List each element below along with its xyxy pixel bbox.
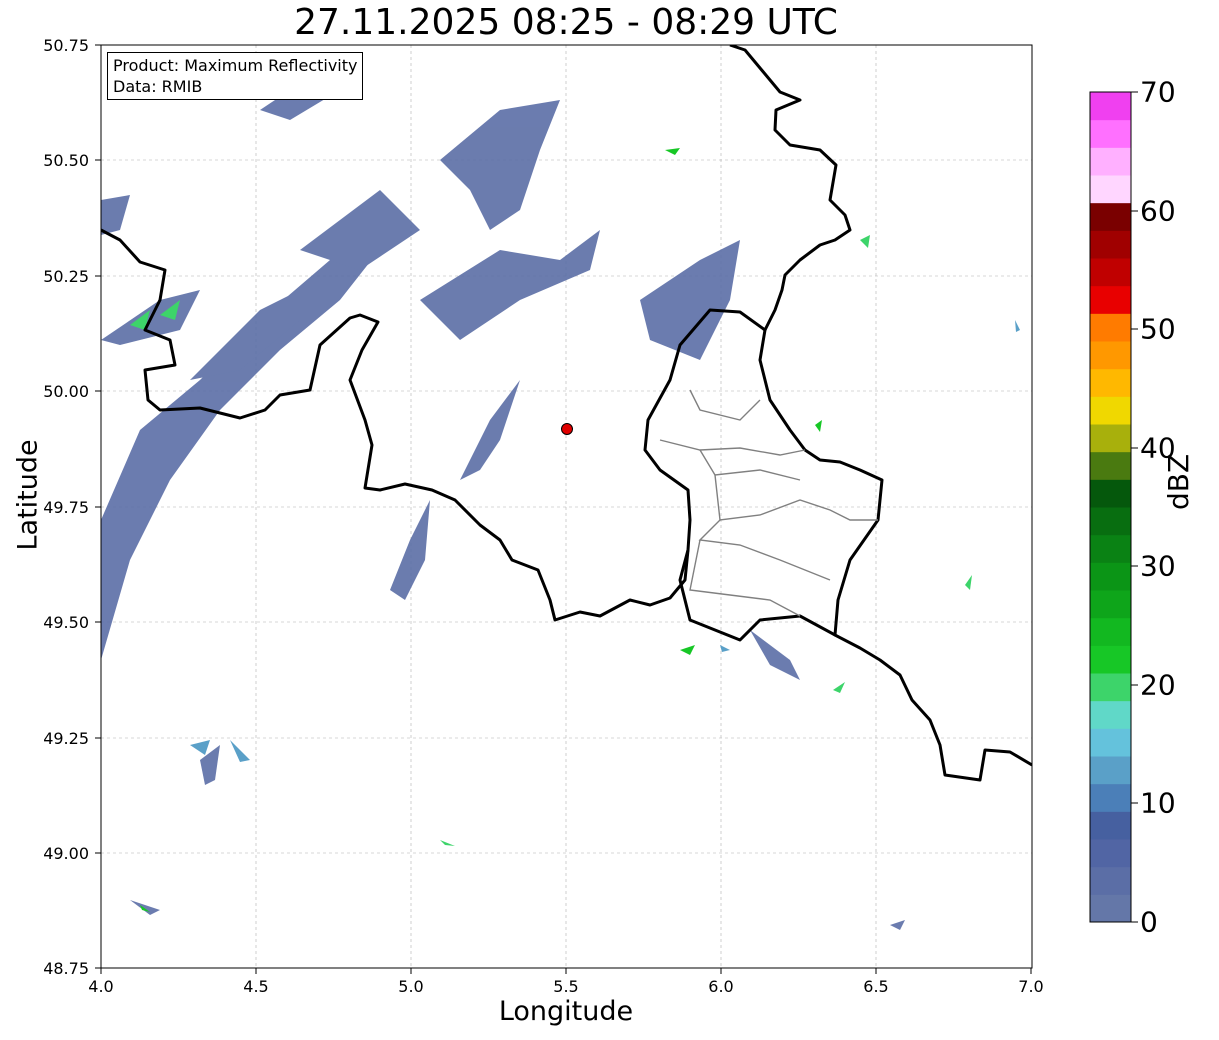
y-tick-label: 49.75 [43, 498, 89, 517]
x-tick-label: 4.5 [243, 977, 269, 996]
colorbar-segment [1090, 507, 1131, 536]
y-tick-label: 50.00 [43, 382, 89, 401]
colorbar-segment [1090, 645, 1131, 674]
data-source-label: Data: RMIB [113, 77, 203, 96]
y-tick-label: 50.75 [43, 36, 89, 55]
colorbar-segment [1090, 756, 1131, 785]
colorbar-segment [1090, 866, 1131, 895]
plot-frame [100, 44, 1033, 969]
colorbar-segment [1090, 783, 1131, 812]
colorbar-segment [1090, 562, 1131, 591]
y-tick-label: 49.00 [43, 844, 89, 863]
colorbar-segment [1090, 700, 1131, 729]
colorbar-segment [1090, 202, 1131, 231]
colorbar-segment [1090, 92, 1131, 121]
colorbar-segment [1090, 479, 1131, 508]
colorbar-tick-label: 50 [1140, 312, 1176, 346]
x-tick-label: 6.0 [708, 977, 734, 996]
radar-site-marker [561, 423, 573, 435]
colorbar-segment [1090, 313, 1131, 342]
y-tick-label: 48.75 [43, 959, 89, 978]
x-tick-label: 7.0 [1018, 977, 1044, 996]
x-tick-label: 6.5 [863, 977, 889, 996]
colorbar-segment [1090, 451, 1131, 480]
colorbar-segment [1090, 396, 1131, 425]
y-tick-label: 49.50 [43, 613, 89, 632]
reflectivity-echoes [101, 70, 905, 930]
international-border-east [758, 329, 1032, 782]
colorbar-segment [1090, 230, 1131, 259]
colorbar-segment [1090, 424, 1131, 453]
international-border-south [678, 549, 836, 642]
colorbar-segment [1090, 534, 1131, 563]
x-tick-label: 5.0 [398, 977, 424, 996]
colorbar-tick-label: 70 [1140, 75, 1176, 109]
colorbar-tick-label: 30 [1140, 549, 1176, 583]
colorbar-segment [1090, 811, 1131, 840]
colorbar-segment [1090, 590, 1131, 619]
radar-map [95, 44, 1138, 974]
y-tick-label: 50.50 [43, 151, 89, 170]
x-tick-label: 4.0 [88, 977, 114, 996]
colorbar-segment [1090, 673, 1131, 702]
colorbar-segment [1090, 894, 1131, 923]
x-tick-label: 5.5 [553, 977, 579, 996]
colorbar-segment [1090, 341, 1131, 370]
y-axis-label: Latitude [12, 439, 44, 551]
colorbar-segment [1090, 175, 1131, 204]
colorbar-segment [1090, 839, 1131, 868]
colorbar [1090, 92, 1131, 923]
colorbar-segment [1090, 617, 1131, 646]
gridlines [101, 45, 1032, 968]
y-tick-label: 50.25 [43, 267, 89, 286]
product-info-box: Product: Maximum Reflectivity Data: RMIB [107, 52, 364, 100]
colorbar-segment [1090, 258, 1131, 287]
colorbar-segment [1090, 368, 1131, 397]
y-tick-label: 49.25 [43, 729, 89, 748]
colorbar-tick-label: 20 [1140, 668, 1176, 702]
district-boundaries [659, 389, 878, 617]
reflectivity-echoes-light [190, 320, 1020, 762]
colorbar-segment [1090, 119, 1131, 148]
colorbar-label: dBZ [1161, 453, 1195, 510]
colorbar-segment [1090, 728, 1131, 757]
colorbar-tick-label: 60 [1140, 194, 1176, 228]
colorbar-segment [1090, 285, 1131, 314]
colorbar-tick-label: 10 [1140, 786, 1176, 820]
x-axis-label: Longitude [498, 996, 634, 1027]
product-label: Product: Maximum Reflectivity [113, 56, 358, 75]
colorbar-segment [1090, 147, 1131, 176]
colorbar-tick-label: 0 [1140, 905, 1158, 939]
